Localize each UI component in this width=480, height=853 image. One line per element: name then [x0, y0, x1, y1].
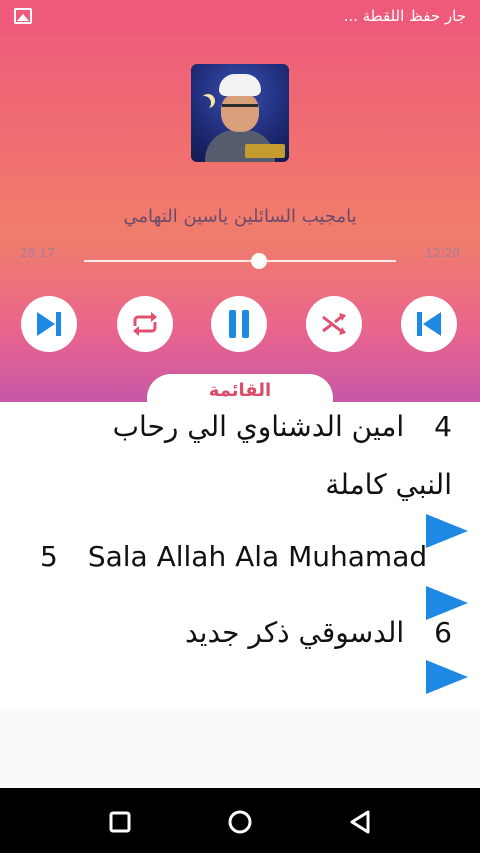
shuffle-button[interactable]: [306, 296, 362, 352]
item-title: الدسوقي ذكر جديد: [184, 616, 405, 649]
repeat-icon: [133, 312, 157, 336]
item-title: امين الدشناوي الي رحاب: [112, 410, 405, 443]
item-number: 5: [40, 540, 58, 573]
back-button[interactable]: [340, 802, 380, 842]
triangle-back-icon: [350, 810, 370, 834]
image-icon: [14, 8, 32, 24]
play-icon[interactable]: [426, 660, 468, 694]
repeat-button[interactable]: [117, 296, 173, 352]
total-time: 12:20: [425, 246, 460, 260]
item-title-continued: النبي كاملة: [325, 468, 452, 501]
play-icon[interactable]: [426, 514, 468, 548]
seek-bar[interactable]: [84, 260, 396, 262]
status-bar: جار حفظ اللقطة ...: [0, 0, 480, 34]
player-panel: يامجيب السائلين ياسين التهامي 28:17 12:2…: [0, 34, 480, 402]
album-cover: [191, 64, 289, 162]
shuffle-icon: [322, 313, 346, 335]
pause-button[interactable]: [211, 296, 267, 352]
square-icon: [109, 811, 131, 833]
notification-text: جار حفظ اللقطة ...: [343, 7, 466, 25]
pause-icon: [229, 310, 249, 338]
playlist: 4 امين الدشناوي الي رحاب النبي كاملة 5 Sal…: [0, 402, 480, 708]
circle-icon: [228, 810, 252, 834]
item-number: 4: [434, 410, 452, 443]
elapsed-time: 28:17: [20, 246, 55, 260]
skip-previous-button[interactable]: [401, 296, 457, 352]
seek-thumb[interactable]: [250, 253, 267, 269]
skip-next-button[interactable]: [21, 296, 77, 352]
recents-button[interactable]: [100, 802, 140, 842]
item-title: Sala Allah Ala Muhamad: [87, 540, 428, 573]
empty-area: [0, 708, 480, 788]
playlist-tab[interactable]: القائمة: [147, 374, 333, 402]
track-title: يامجيب السائلين ياسين التهامي: [123, 206, 357, 227]
screen: جار حفظ اللقطة ... يامجيب السائلين ياسين…: [0, 0, 480, 853]
navigation-bar: [0, 788, 480, 853]
playlist-tab-label: القائمة: [208, 380, 272, 401]
skip-next-icon: [37, 312, 61, 336]
play-icon[interactable]: [426, 586, 468, 620]
skip-previous-icon: [417, 312, 441, 336]
home-button[interactable]: [220, 802, 260, 842]
item-number: 6: [434, 616, 452, 649]
